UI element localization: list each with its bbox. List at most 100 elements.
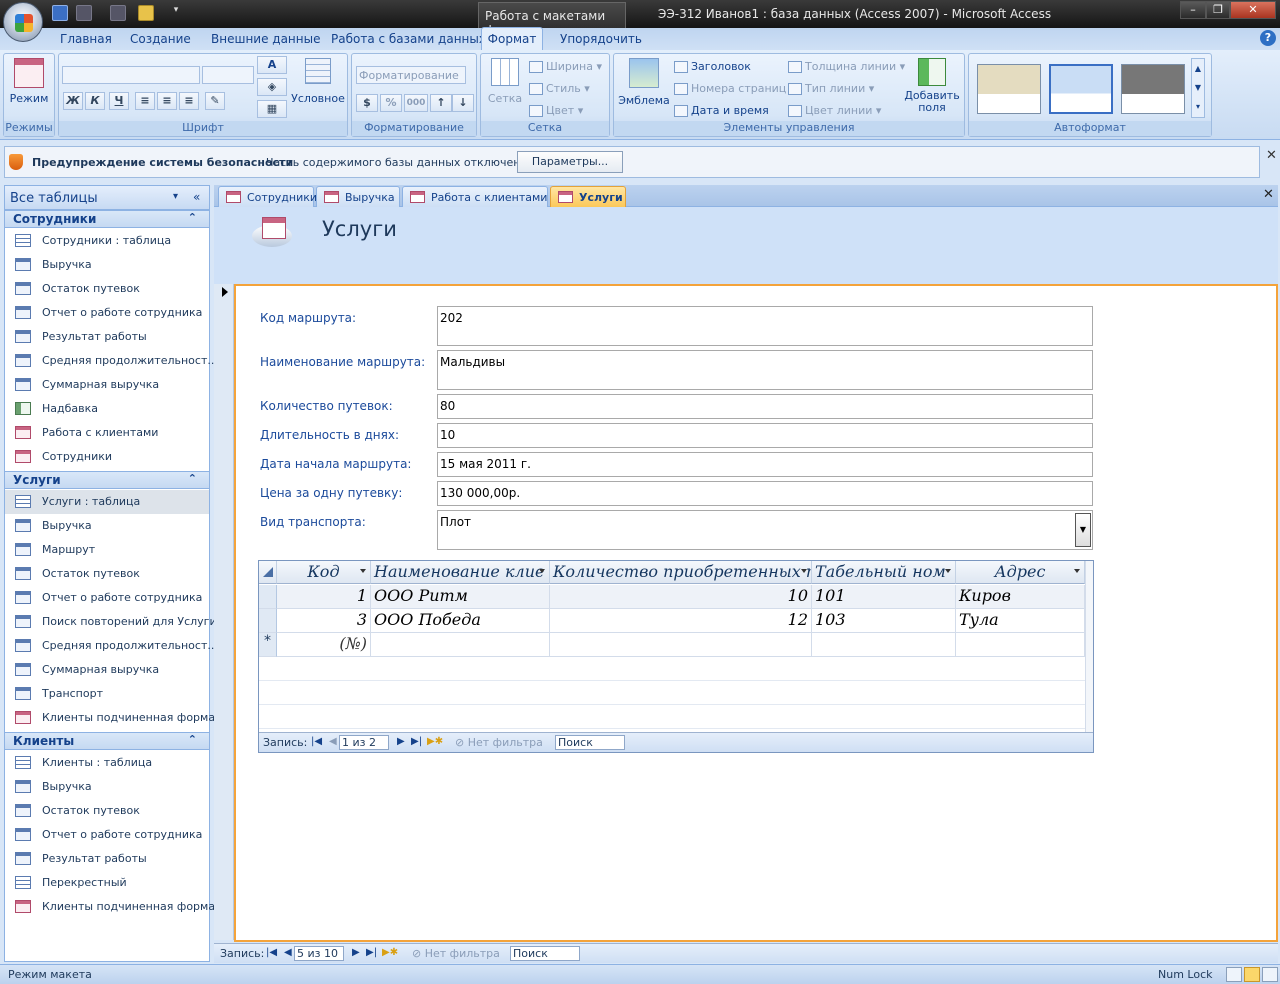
- align-center-icon[interactable]: ≡: [157, 92, 177, 110]
- cell-quantity[interactable]: 10: [550, 585, 812, 609]
- field-voucher-count[interactable]: 80: [437, 394, 1093, 419]
- cell-client-name[interactable]: ООО Победа: [371, 609, 550, 633]
- currency-icon[interactable]: $: [356, 94, 378, 112]
- cell-code[interactable]: 1: [277, 585, 371, 609]
- nav-pane-header[interactable]: Все таблицы ▾ «: [5, 186, 209, 210]
- nav-item[interactable]: Выручка: [5, 514, 209, 538]
- column-dropdown-icon[interactable]: [1074, 569, 1080, 573]
- tab-database-tools[interactable]: Работа с базами данных: [331, 32, 486, 46]
- column-header-quantity[interactable]: Количество приобретенных п: [550, 561, 812, 584]
- field-route-name[interactable]: Мальдивы: [437, 350, 1093, 390]
- doc-tab-clients-work[interactable]: Работа с клиентами: [402, 186, 548, 207]
- nav-section-header[interactable]: Сотрудники ⌃: [5, 210, 209, 228]
- tab-format[interactable]: Формат: [481, 27, 543, 51]
- nav-item[interactable]: Результат работы: [5, 847, 209, 871]
- restore-button[interactable]: ❐: [1206, 1, 1230, 19]
- collapse-section-icon[interactable]: ⌃: [188, 211, 197, 224]
- field-start-date[interactable]: 15 мая 2011 г.: [437, 452, 1093, 477]
- close-security-bar-icon[interactable]: ✕: [1266, 148, 1277, 163]
- cell-quantity[interactable]: [550, 633, 812, 657]
- tab-arrange[interactable]: Упорядочить: [560, 32, 642, 46]
- main-record-position[interactable]: 5 из 10: [294, 946, 344, 961]
- cell-quantity[interactable]: 12: [550, 609, 812, 633]
- grid-button[interactable]: Сетка: [485, 58, 525, 105]
- fill-color-icon[interactable]: ◈: [257, 78, 287, 96]
- view-button[interactable]: Режим: [8, 58, 50, 105]
- tab-home[interactable]: Главная: [60, 32, 112, 46]
- grid-width-button[interactable]: Ширина ▾: [529, 60, 602, 73]
- collapse-section-icon[interactable]: ⌃: [188, 472, 197, 485]
- subform-filter-status[interactable]: ⊘ Нет фильтра: [455, 736, 543, 749]
- column-header-code[interactable]: Код: [277, 561, 371, 584]
- emblem-button[interactable]: Эмблема: [618, 58, 670, 107]
- nav-item[interactable]: Работа с клиентами: [5, 421, 209, 445]
- nav-item[interactable]: Сотрудники : таблица: [5, 229, 209, 253]
- nav-item[interactable]: Выручка: [5, 775, 209, 799]
- grid-style-button[interactable]: Стиль ▾: [529, 82, 590, 95]
- nav-item[interactable]: Перекрестный: [5, 871, 209, 895]
- next-record-icon[interactable]: ▶: [352, 947, 360, 958]
- cell-client-name[interactable]: ООО Ритм: [371, 585, 550, 609]
- column-header-address[interactable]: Адрес: [956, 561, 1085, 584]
- cell-address[interactable]: Тула: [956, 609, 1085, 633]
- office-button[interactable]: [3, 2, 43, 42]
- nav-section-header[interactable]: Клиенты ⌃: [5, 732, 209, 750]
- format-painter-icon[interactable]: ✎: [205, 92, 225, 110]
- cell-code[interactable]: 3: [277, 609, 371, 633]
- nav-item[interactable]: Клиенты : таблица: [5, 751, 209, 775]
- customize-toolbar-icon[interactable]: ▾: [168, 5, 184, 21]
- layout-view-icon[interactable]: [1244, 967, 1260, 982]
- collapse-section-icon[interactable]: ⌃: [188, 733, 197, 746]
- cell-client-name[interactable]: [371, 633, 550, 657]
- nav-collapse-icon[interactable]: «: [193, 190, 200, 204]
- add-fields-button[interactable]: Добавить поля: [902, 58, 962, 114]
- gridlines-icon[interactable]: ▦: [257, 100, 287, 118]
- nav-item[interactable]: Транспорт: [5, 682, 209, 706]
- nav-item[interactable]: Отчет о работе сотрудника: [5, 823, 209, 847]
- field-route-code[interactable]: 202: [437, 306, 1093, 346]
- new-record-row[interactable]: * (№): [259, 633, 1085, 657]
- nav-item[interactable]: Клиенты подчиненная форма: [5, 895, 215, 919]
- row-selector[interactable]: [259, 585, 277, 609]
- nav-item[interactable]: Суммарная выручка: [5, 658, 209, 682]
- line-color-button[interactable]: Цвет линии ▾: [788, 104, 881, 117]
- record-selector[interactable]: [214, 284, 234, 940]
- dropdown-arrow-icon[interactable]: ▼: [1075, 513, 1091, 547]
- minimize-button[interactable]: –: [1180, 1, 1206, 19]
- nav-item[interactable]: Клиенты подчиненная форма: [5, 706, 215, 730]
- column-header-client-name[interactable]: Наименование клие: [371, 561, 550, 584]
- new-record-icon[interactable]: ▶✱: [427, 736, 443, 747]
- autoformat-thumb-2[interactable]: [1049, 64, 1113, 114]
- help-icon[interactable]: ?: [1260, 30, 1276, 46]
- grid-color-button[interactable]: Цвет ▾: [529, 104, 583, 117]
- autoformat-thumb-3[interactable]: [1121, 64, 1185, 114]
- cell-employee-id[interactable]: [812, 633, 956, 657]
- last-record-icon[interactable]: ▶|: [366, 947, 377, 958]
- last-record-icon[interactable]: ▶|: [411, 736, 422, 747]
- column-header-employee-id[interactable]: Табельный ном: [812, 561, 956, 584]
- percent-button[interactable]: %: [380, 94, 402, 112]
- cell-address[interactable]: [956, 633, 1085, 657]
- tab-external-data[interactable]: Внешние данные: [211, 32, 320, 46]
- doc-tab-employees[interactable]: Сотрудники: [218, 186, 317, 207]
- font-size-combo[interactable]: [202, 66, 254, 84]
- column-dropdown-icon[interactable]: [801, 569, 807, 573]
- field-price[interactable]: 130 000,00р.: [437, 481, 1093, 506]
- nav-section-header[interactable]: Услуги ⌃: [5, 471, 209, 489]
- close-button[interactable]: ✕: [1230, 1, 1276, 19]
- number-format-combo[interactable]: Форматирование: [356, 66, 466, 84]
- nav-item[interactable]: Отчет о работе сотрудника: [5, 301, 209, 325]
- column-dropdown-icon[interactable]: [945, 569, 951, 573]
- autoformat-scroll-icon[interactable]: ▲ ▼ ▾: [1191, 58, 1205, 118]
- close-document-icon[interactable]: ✕: [1263, 187, 1274, 202]
- new-record-icon[interactable]: ▶✱: [382, 947, 398, 958]
- next-record-icon[interactable]: ▶: [397, 736, 405, 747]
- nav-item[interactable]: Надбавка: [5, 397, 209, 421]
- line-type-button[interactable]: Тип линии ▾: [788, 82, 874, 95]
- table-row[interactable]: 3 ООО Победа 12 103 Тула: [259, 609, 1085, 633]
- font-color-icon[interactable]: A: [257, 56, 287, 74]
- nav-item[interactable]: Средняя продолжительност...: [5, 634, 218, 658]
- cell-code-autonumber[interactable]: (№): [277, 633, 371, 657]
- save-icon[interactable]: [52, 5, 68, 21]
- first-record-icon[interactable]: |◀: [266, 947, 277, 958]
